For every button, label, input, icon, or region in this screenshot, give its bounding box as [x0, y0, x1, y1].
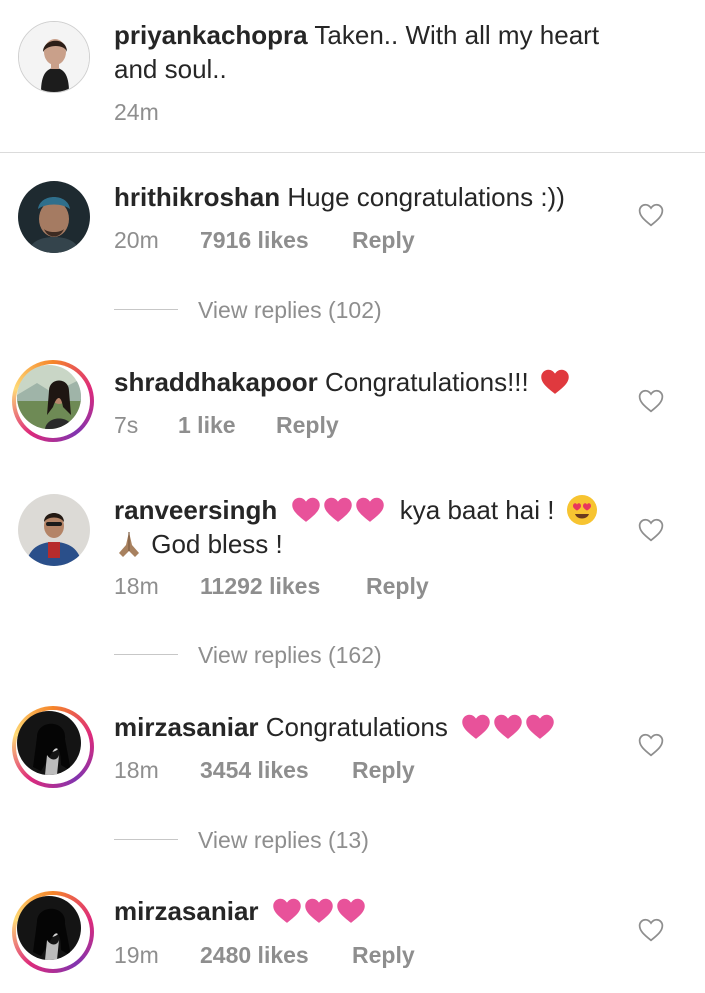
divider-line [114, 839, 178, 840]
avatar-mirzasaniar [17, 711, 81, 775]
comment-body-line2: God bless ! [151, 529, 283, 559]
likes-count[interactable]: 2480 likes [200, 940, 309, 970]
avatar-mirzasaniar [17, 896, 81, 960]
red-heart-emoji [540, 368, 570, 396]
comment-time: 7s [114, 412, 139, 438]
pink-heart-emoji [323, 496, 353, 524]
comment-time: 18m [114, 573, 159, 599]
caption-time: 24m [114, 99, 159, 125]
like-heart-icon[interactable] [638, 518, 664, 542]
reply-button[interactable]: Reply [276, 410, 339, 440]
comment-username[interactable]: ranveersingh [114, 495, 277, 525]
comment-text: mirzasaniar [114, 894, 614, 928]
post-caption: priyankachopra Taken.. With all my heart… [0, 0, 705, 153]
comment-username[interactable]: mirzasaniar [114, 712, 259, 742]
pink-heart-emoji [336, 897, 366, 925]
comment-body: Huge congratulations :)) [287, 182, 565, 212]
view-replies-button[interactable]: View replies (162) [114, 640, 514, 670]
pink-heart-emoji [493, 713, 523, 741]
caption-username[interactable]: priyankachopra [114, 20, 308, 50]
story-ring[interactable] [12, 891, 94, 973]
like-heart-icon[interactable] [638, 733, 664, 757]
comment-time: 19m [114, 942, 159, 968]
caption-text: priyankachopra Taken.. With all my heart… [114, 18, 614, 86]
comment-text: mirzasaniar Congratulations [114, 710, 614, 744]
likes-count[interactable]: 7916 likes [200, 225, 309, 255]
like-heart-icon[interactable] [638, 918, 664, 942]
comment-body: kya baat hai ! [399, 495, 555, 525]
heart-eyes-emoji [566, 495, 597, 526]
avatar-hrithikroshan[interactable] [18, 181, 90, 253]
view-replies-label: View replies (162) [198, 642, 382, 668]
comment-text: shraddhakapoor Congratulations!!! [114, 365, 614, 399]
folded-hands-emoji [119, 532, 139, 558]
likes-count[interactable]: 1 like [178, 410, 236, 440]
pink-heart-emoji [304, 897, 334, 925]
comment-text: ranveersingh kya baat hai ! God bless ! [114, 493, 614, 561]
like-heart-icon[interactable] [638, 203, 664, 227]
story-ring[interactable] [12, 706, 94, 788]
likes-count[interactable]: 11292 likes [200, 571, 320, 601]
divider-line [114, 309, 178, 310]
pink-heart-emoji [272, 897, 302, 925]
view-replies-button[interactable]: View replies (102) [114, 295, 514, 325]
divider-line [114, 654, 178, 655]
comment-username[interactable]: hrithikroshan [114, 182, 280, 212]
comment-body: Congratulations [265, 712, 448, 742]
reply-button[interactable]: Reply [352, 755, 415, 785]
comment-text: hrithikroshan Huge congratulations :)) [114, 180, 614, 214]
pink-heart-emoji [461, 713, 491, 741]
pink-heart-emoji [525, 713, 555, 741]
avatar-shraddhakapoor [17, 365, 81, 429]
avatar-priyankachopra[interactable] [18, 21, 90, 93]
like-heart-icon[interactable] [638, 389, 664, 413]
comment-username[interactable]: shraddhakapoor [114, 367, 318, 397]
comment-body: Congratulations!!! [324, 367, 529, 397]
story-ring[interactable] [12, 360, 94, 442]
comment-time: 18m [114, 757, 159, 783]
comment-time: 20m [114, 227, 159, 253]
view-replies-button[interactable]: View replies (13) [114, 825, 514, 855]
comment-username[interactable]: mirzasaniar [114, 896, 259, 926]
pink-heart-emoji [291, 496, 321, 524]
reply-button[interactable]: Reply [366, 571, 429, 601]
view-replies-label: View replies (102) [198, 297, 382, 323]
view-replies-label: View replies (13) [198, 827, 369, 853]
reply-button[interactable]: Reply [352, 225, 415, 255]
avatar-ranveersingh[interactable] [18, 494, 90, 566]
likes-count[interactable]: 3454 likes [200, 755, 309, 785]
pink-heart-emoji [355, 496, 385, 524]
reply-button[interactable]: Reply [352, 940, 415, 970]
